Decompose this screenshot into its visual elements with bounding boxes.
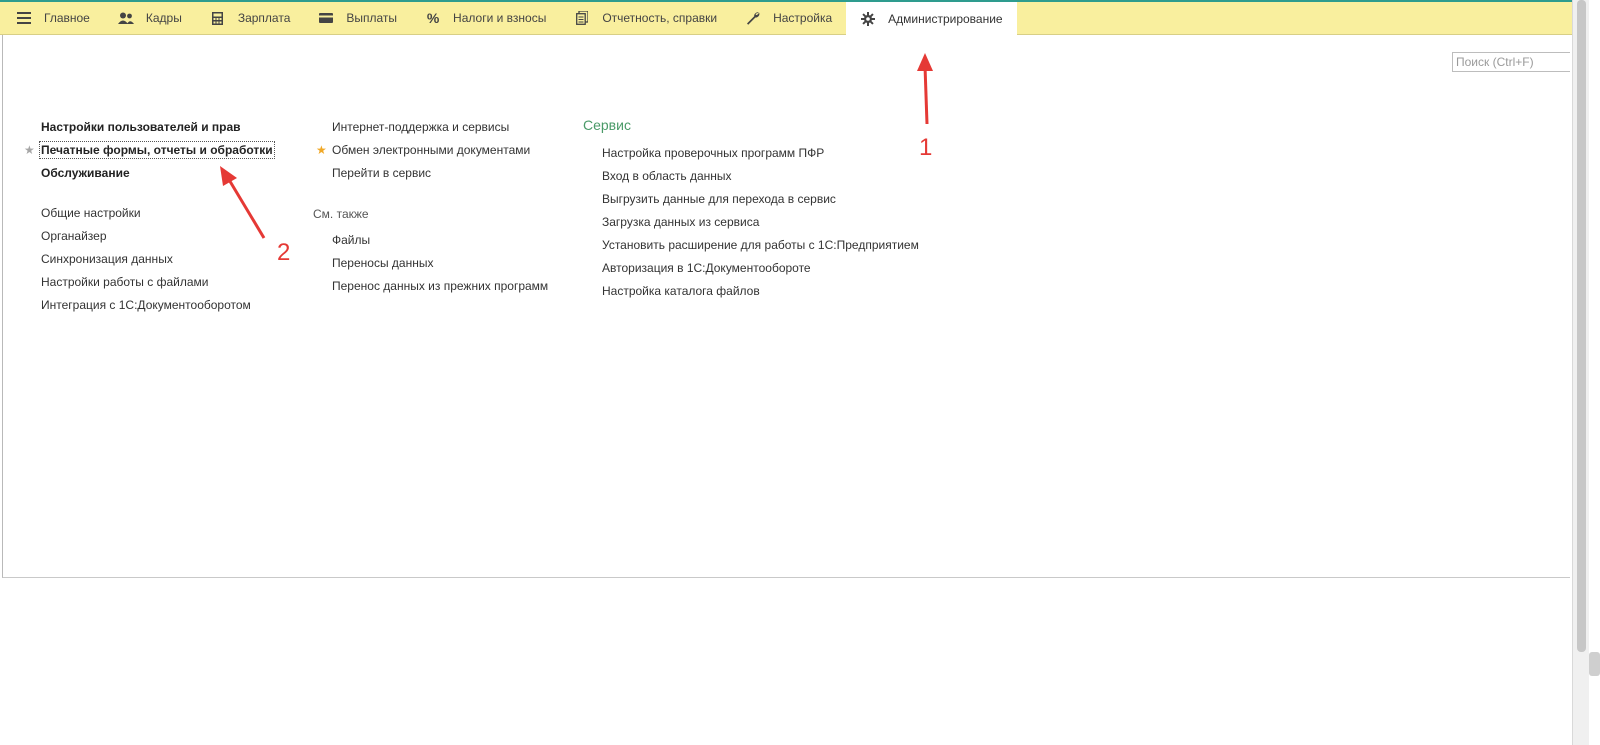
section-panel: Главное Кадры Зарплата Выплаты % Налоги …: [0, 2, 1573, 36]
link-data-area-login[interactable]: Вход в область данных: [602, 169, 732, 183]
link-data-transfers[interactable]: Переносы данных: [332, 256, 433, 270]
menu-icon: [16, 10, 32, 26]
wrench-icon: [745, 10, 761, 26]
link-organizer[interactable]: Органайзер: [41, 229, 107, 243]
see-also-caption: См. также: [313, 207, 369, 221]
tab-label: Отчетность, справки: [602, 11, 718, 25]
percent-icon: %: [426, 10, 440, 26]
link-print-forms-reports[interactable]: Печатные формы, отчеты и обработки: [39, 141, 275, 159]
link-import-from-service[interactable]: Загрузка данных из сервиса: [602, 215, 759, 229]
tab-taxes[interactable]: % Налоги и взносы: [411, 2, 560, 34]
users-icon: [117, 10, 134, 26]
tab-reports[interactable]: Отчетность, справки: [560, 2, 731, 34]
link-data-sync[interactable]: Синхронизация данных: [41, 252, 173, 266]
tab-label: Администрирование: [888, 12, 1003, 26]
star-icon[interactable]: ★: [24, 143, 35, 157]
outer-scroll-thumb[interactable]: [1589, 652, 1600, 676]
link-file-settings[interactable]: Настройки работы с файлами: [41, 275, 208, 289]
link-user-rights-settings[interactable]: Настройки пользователей и прав: [41, 120, 241, 134]
outer-scroll-track: [1589, 0, 1600, 745]
tab-settings[interactable]: Настройка: [731, 2, 846, 34]
link-pfr-check-programs[interactable]: Настройка проверочных программ ПФР: [602, 146, 824, 160]
annotation-label-1: 1: [919, 134, 933, 161]
link-file-catalog-settings[interactable]: Настройка каталога файлов: [602, 284, 760, 298]
tab-main[interactable]: Главное: [0, 2, 104, 34]
tab-label: Главное: [44, 11, 90, 25]
link-edoc-exchange[interactable]: Обмен электронными документами: [332, 143, 530, 157]
link-docflow-authorization[interactable]: Авторизация в 1С:Документообороте: [602, 261, 811, 275]
tab-label: Зарплата: [237, 11, 291, 25]
tab-payments[interactable]: Выплаты: [304, 2, 411, 34]
link-maintenance[interactable]: Обслуживание: [41, 166, 130, 180]
link-internet-support[interactable]: Интернет-поддержка и сервисы: [332, 120, 509, 134]
search-input[interactable]: [1452, 52, 1570, 72]
card-icon: [318, 10, 334, 26]
link-go-to-service[interactable]: Перейти в сервис: [332, 166, 431, 180]
gear-icon: [860, 11, 876, 27]
link-export-for-service[interactable]: Выгрузить данные для перехода в сервис: [602, 192, 836, 206]
section-title-service: Сервис: [583, 117, 631, 133]
link-legacy-data-transfer[interactable]: Перенос данных из прежних программ: [332, 279, 548, 293]
star-icon[interactable]: ★: [316, 143, 327, 157]
tab-label: Настройка: [773, 11, 833, 25]
scrollbar-thumb[interactable]: [1577, 0, 1586, 652]
link-files[interactable]: Файлы: [332, 233, 370, 247]
link-install-extension[interactable]: Установить расширение для работы с 1С:Пр…: [602, 238, 919, 252]
link-general-settings[interactable]: Общие настройки: [41, 206, 141, 220]
link-docflow-integration[interactable]: Интеграция с 1С:Документооборотом: [41, 298, 251, 312]
calculator-icon: [210, 10, 226, 26]
tab-label: Налоги и взносы: [453, 11, 547, 25]
tab-salary[interactable]: Зарплата: [196, 2, 305, 34]
annotation-label-2: 2: [277, 239, 291, 266]
tab-personnel[interactable]: Кадры: [104, 2, 196, 34]
vertical-scrollbar[interactable]: [1572, 0, 1589, 745]
tab-label: Кадры: [145, 11, 182, 25]
tab-administration[interactable]: Администрирование: [846, 2, 1017, 36]
documents-icon: [574, 10, 590, 26]
tab-label: Выплаты: [346, 11, 398, 25]
